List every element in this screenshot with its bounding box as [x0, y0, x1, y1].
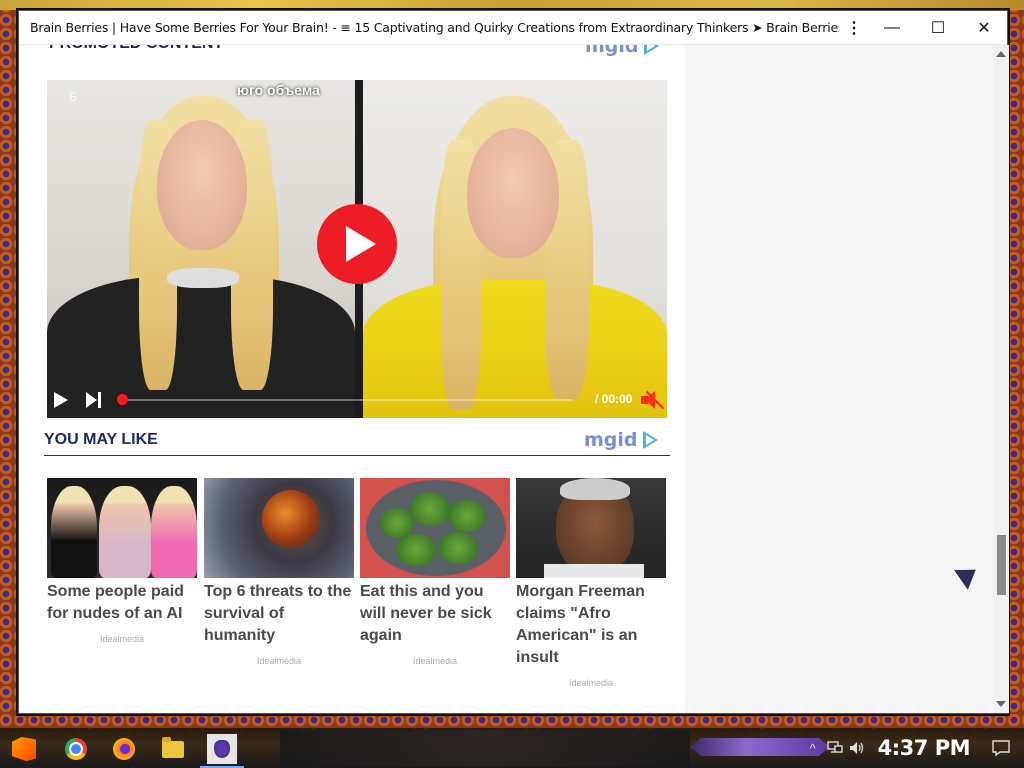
you-may-like-title: YOU MAY LIKE — [44, 431, 158, 448]
recommendation-card[interactable]: Top 6 threats to the survival of humanit… — [204, 478, 354, 666]
mgid-play-icon-2 — [642, 431, 658, 449]
volume-icon[interactable] — [846, 737, 868, 759]
card-source: Idealmedia — [99, 634, 145, 644]
card-thumbnail[interactable] — [516, 478, 666, 578]
skip-next-icon[interactable] — [86, 392, 104, 408]
section-divider — [44, 455, 670, 456]
card-title[interactable]: Morgan Freeman claims "Afro American" is… — [516, 581, 666, 669]
video-progress-bar[interactable] — [123, 399, 573, 401]
card-title[interactable]: Eat this and you will never be sick agai… — [360, 581, 510, 647]
card-source: Idealmedia — [568, 678, 614, 688]
firefox-icon — [113, 738, 135, 760]
recommendation-card[interactable]: Eat this and you will never be sick agai… — [360, 478, 510, 666]
window-title: Brain Berries | Have Some Berries For Yo… — [30, 20, 839, 35]
title-bar[interactable]: Brain Berries | Have Some Berries For Yo… — [19, 11, 1007, 45]
taskbar-clock[interactable]: 4:37 PM — [868, 736, 990, 760]
vertical-scrollbar[interactable] — [993, 45, 1009, 713]
system-tray: ^ 4:37 PM — [802, 728, 1024, 768]
muted-speaker-icon[interactable] — [641, 390, 665, 410]
start-button[interactable] — [4, 732, 44, 766]
video-frame-before — [47, 80, 355, 418]
recommendation-card[interactable]: Morgan Freeman claims "Afro American" is… — [516, 478, 666, 688]
taskbar-chrome[interactable] — [56, 732, 96, 766]
card-thumbnail[interactable] — [204, 478, 354, 578]
notifications-icon[interactable] — [990, 737, 1012, 759]
scrollbar-thumb[interactable] — [997, 535, 1006, 595]
mgid-play-icon — [643, 45, 659, 55]
mgid-logo-text-2: mgid — [584, 429, 638, 451]
mgid-logo-text: mgid — [585, 45, 639, 57]
play-icon[interactable] — [317, 204, 397, 284]
start-icon — [12, 737, 36, 761]
play-small-icon[interactable] — [54, 392, 68, 408]
grape-app-icon — [214, 740, 230, 758]
article-column: PROMOTED CONTENT mgid — [19, 45, 685, 713]
video-progress-handle[interactable] — [117, 394, 128, 405]
chrome-icon — [65, 738, 87, 760]
browser-window: Brain Berries | Have Some Berries For Yo… — [18, 10, 1009, 714]
mgid-logo-2[interactable]: mgid — [584, 429, 658, 451]
menu-kebab-icon[interactable]: ⋮ — [839, 11, 869, 45]
desktop-wallpaper-strip — [0, 0, 1024, 10]
scroll-down-icon[interactable] — [996, 701, 1006, 707]
video-caption: юго объема — [237, 82, 320, 98]
taskbar-grape-app[interactable] — [202, 732, 242, 766]
card-title[interactable]: Some people paid for nudes of an AI — [47, 581, 197, 625]
taskbar-file-explorer[interactable] — [153, 732, 193, 766]
tray-chevron-icon[interactable]: ^ — [802, 737, 824, 759]
video-frame-after — [363, 80, 667, 418]
card-title[interactable]: Top 6 threats to the survival of humanit… — [204, 581, 354, 647]
recommendation-card[interactable]: Some people paid for nudes of an AI Idea… — [47, 478, 197, 644]
taskbar-firefox[interactable] — [104, 732, 144, 766]
taskbar-background-art — [280, 730, 690, 766]
taskbar: ^ 4:37 PM — [0, 728, 1024, 768]
video-player[interactable]: Б юго объема / 00:00 — [47, 80, 667, 418]
promoted-header: PROMOTED CONTENT mgid — [45, 45, 665, 57]
card-source: Idealmedia — [412, 656, 458, 666]
mgid-logo[interactable]: mgid — [585, 45, 659, 57]
video-caption-small: Б — [69, 90, 77, 104]
scroll-up-icon[interactable] — [996, 51, 1006, 57]
video-time: / 00:00 — [595, 392, 633, 406]
card-thumbnail[interactable] — [360, 478, 510, 578]
minimize-button[interactable]: — — [869, 11, 915, 45]
promoted-title: PROMOTED CONTENT — [49, 45, 223, 53]
page-content: PROMOTED CONTENT mgid — [19, 45, 1009, 713]
network-icon[interactable] — [824, 737, 846, 759]
video-controls: / 00:00 — [47, 382, 667, 418]
card-thumbnail[interactable] — [47, 478, 197, 578]
file-explorer-icon — [162, 736, 184, 758]
card-source: Idealmedia — [256, 656, 302, 666]
close-button[interactable]: ✕ — [961, 11, 1007, 45]
maximize-button[interactable]: ☐ — [915, 11, 961, 45]
